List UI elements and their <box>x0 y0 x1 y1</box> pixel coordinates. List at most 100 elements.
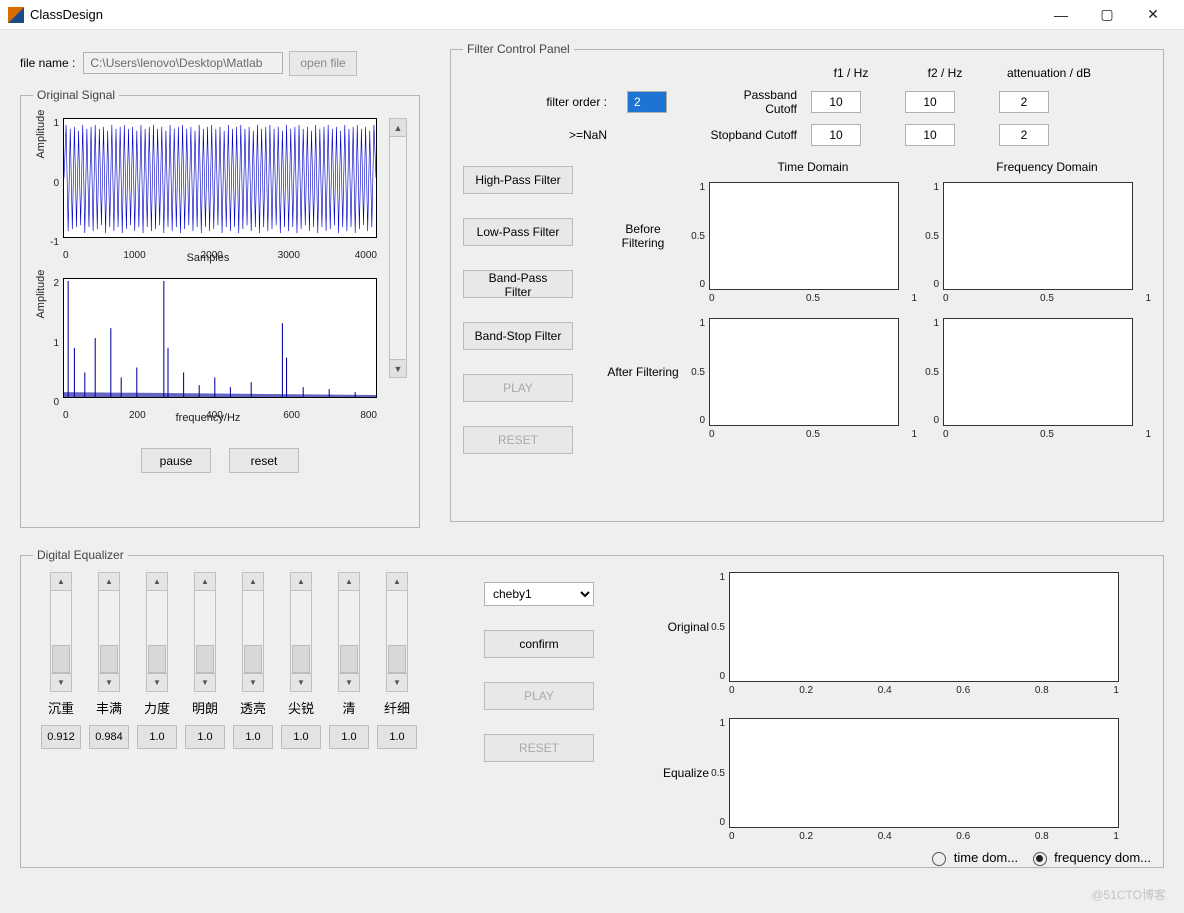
radio-time-domain[interactable] <box>932 852 946 866</box>
eq-label-1: 丰满 <box>96 698 122 717</box>
eq-slider-0[interactable]: ▲▼ <box>50 572 72 692</box>
eq-equalize-label: Equalize <box>639 766 709 780</box>
eq-band-1: ▲▼丰满0.984 <box>87 572 131 866</box>
arrow-up-icon[interactable]: ▲ <box>291 573 311 591</box>
plot-frequency-domain <box>63 278 377 398</box>
eq-band-6: ▲▼清1.0 <box>327 572 371 866</box>
arrow-down-icon[interactable]: ▼ <box>243 673 263 691</box>
filter-reset-button[interactable]: RESET <box>463 426 573 454</box>
eq-value-5: 1.0 <box>281 725 321 749</box>
watermark: @51CTO博客 <box>1091 886 1166 903</box>
eq-label-5: 尖锐 <box>288 698 314 717</box>
passband-att[interactable] <box>999 91 1049 113</box>
plot-eq-equalize <box>729 718 1119 828</box>
maximize-button[interactable]: ▢ <box>1084 0 1130 30</box>
original-signal-legend: Original Signal <box>33 88 119 102</box>
plot-before-freq <box>943 182 1133 290</box>
arrow-down-icon[interactable]: ▼ <box>291 673 311 691</box>
arrow-down-icon[interactable]: ▼ <box>99 673 119 691</box>
equalizer-legend: Digital Equalizer <box>33 548 128 562</box>
arrow-up-icon[interactable]: ▲ <box>339 573 359 591</box>
stopband-f2[interactable] <box>905 124 955 146</box>
filter-type-combo[interactable]: cheby1 <box>484 582 594 606</box>
radio-freq-label: frequency dom... <box>1054 850 1151 865</box>
eq-band-5: ▲▼尖锐1.0 <box>279 572 323 866</box>
eq-band-0: ▲▼沉重0.912 <box>39 572 83 866</box>
scroll-up-icon[interactable]: ▲ <box>390 119 406 137</box>
passband-f2[interactable] <box>905 91 955 113</box>
file-name-label: file name : <box>20 56 75 70</box>
radio-frequency-domain[interactable] <box>1033 852 1047 866</box>
col-f2: f2 / Hz <box>905 66 985 80</box>
eq-slider-2[interactable]: ▲▼ <box>146 572 168 692</box>
minimize-button[interactable]: — <box>1038 0 1084 30</box>
confirm-button[interactable]: confirm <box>484 630 594 658</box>
file-path-input[interactable] <box>83 52 283 74</box>
high-pass-button[interactable]: High-Pass Filter <box>463 166 573 194</box>
arrow-up-icon[interactable]: ▲ <box>387 573 407 591</box>
plot-scrollbar[interactable]: ▲ ▼ <box>389 118 407 378</box>
after-label: After Filtering <box>603 365 683 379</box>
arrow-up-icon[interactable]: ▲ <box>147 573 167 591</box>
stopband-label: Stopband Cutoff <box>627 128 797 142</box>
eq-slider-5[interactable]: ▲▼ <box>290 572 312 692</box>
waveform-icon <box>64 119 376 237</box>
eq-label-4: 透亮 <box>240 698 266 717</box>
eq-slider-6[interactable]: ▲▼ <box>338 572 360 692</box>
scroll-down-icon[interactable]: ▼ <box>390 359 406 377</box>
passband-f1[interactable] <box>811 91 861 113</box>
reset-button[interactable]: reset <box>229 448 299 473</box>
plot1-yticks: 1 0 -1 <box>39 118 59 248</box>
arrow-down-icon[interactable]: ▼ <box>51 673 71 691</box>
title-bar: ClassDesign — ▢ ✕ <box>0 0 1184 30</box>
eq-label-3: 明朗 <box>192 698 218 717</box>
band-stop-button[interactable]: Band-Stop Filter <box>463 322 573 350</box>
close-button[interactable]: ✕ <box>1130 0 1176 30</box>
eq-band-2: ▲▼力度1.0 <box>135 572 179 866</box>
stopband-att[interactable] <box>999 124 1049 146</box>
window-title: ClassDesign <box>30 7 103 22</box>
arrow-down-icon[interactable]: ▼ <box>387 673 407 691</box>
arrow-down-icon[interactable]: ▼ <box>147 673 167 691</box>
filter-play-button[interactable]: PLAY <box>463 374 573 402</box>
col-f1: f1 / Hz <box>811 66 891 80</box>
plot-after-freq <box>943 318 1133 426</box>
filter-panel-legend: Filter Control Panel <box>463 42 574 56</box>
eq-label-6: 清 <box>342 698 355 717</box>
original-signal-panel: Original Signal Amplitude <box>20 88 420 528</box>
before-label: Before Filtering <box>603 222 683 250</box>
plot-eq-original <box>729 572 1119 682</box>
eq-slider-3[interactable]: ▲▼ <box>194 572 216 692</box>
arrow-up-icon[interactable]: ▲ <box>99 573 119 591</box>
eq-value-3: 1.0 <box>185 725 225 749</box>
eq-slider-1[interactable]: ▲▼ <box>98 572 120 692</box>
plot1-xticks: 0 1000 2000 3000 4000 <box>63 250 377 261</box>
open-file-button[interactable]: open file <box>289 51 356 76</box>
eq-value-6: 1.0 <box>329 725 369 749</box>
arrow-up-icon[interactable]: ▲ <box>195 573 215 591</box>
arrow-up-icon[interactable]: ▲ <box>243 573 263 591</box>
eq-reset-button[interactable]: RESET <box>484 734 594 762</box>
arrow-up-icon[interactable]: ▲ <box>51 573 71 591</box>
eq-value-4: 1.0 <box>233 725 273 749</box>
plot-time-domain <box>63 118 377 238</box>
eq-value-1: 0.984 <box>89 725 129 749</box>
filter-control-panel: Filter Control Panel f1 / Hz f2 / Hz att… <box>450 42 1164 522</box>
low-pass-button[interactable]: Low-Pass Filter <box>463 218 573 246</box>
eq-value-2: 1.0 <box>137 725 177 749</box>
col-att: attenuation / dB <box>999 66 1099 80</box>
plot-after-time <box>709 318 899 426</box>
eq-label-7: 纤细 <box>384 698 410 717</box>
eq-play-button[interactable]: PLAY <box>484 682 594 710</box>
eq-slider-7[interactable]: ▲▼ <box>386 572 408 692</box>
filter-order-input[interactable] <box>627 91 667 113</box>
band-pass-button[interactable]: Band-Pass Filter <box>463 270 573 298</box>
eq-slider-4[interactable]: ▲▼ <box>242 572 264 692</box>
eq-band-3: ▲▼明朗1.0 <box>183 572 227 866</box>
stopband-f1[interactable] <box>811 124 861 146</box>
arrow-down-icon[interactable]: ▼ <box>195 673 215 691</box>
arrow-down-icon[interactable]: ▼ <box>339 673 359 691</box>
pause-button[interactable]: pause <box>141 448 211 473</box>
plot2-yticks: 2 1 0 <box>39 278 59 408</box>
app-icon <box>8 7 24 23</box>
